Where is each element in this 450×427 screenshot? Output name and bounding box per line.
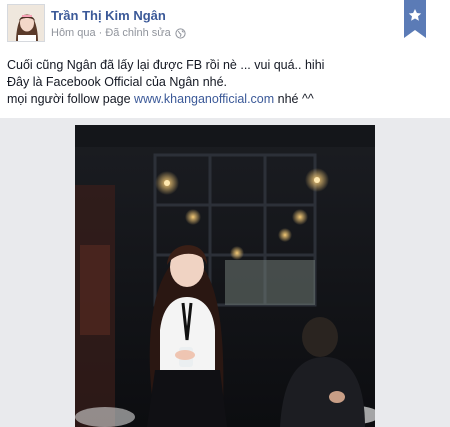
star-bookmark-icon[interactable] [404,0,426,38]
meta-separator: · [98,27,103,39]
post-header: Trần Thị Kim Ngân Hôm qua · Đã chỉnh sửa [0,0,450,48]
avatar-image [8,5,44,41]
author-avatar[interactable] [7,4,45,42]
globe-icon[interactable] [175,27,186,39]
post-line-1: Cuối cũng Ngân đã lấy lại được FB rồi nè… [7,58,325,72]
post-photo[interactable] [75,125,375,427]
post-message: Cuối cũng Ngân đã lấy lại được FB rồi nè… [7,57,443,108]
author-name[interactable]: Trần Thị Kim Ngân [51,8,166,23]
post-meta: Hôm qua · Đã chỉnh sửa [51,27,186,39]
post-line-3-prefix: mọi người follow page [7,92,135,106]
post-line-3-suffix: nhé ^^ [274,92,314,106]
official-website-link[interactable]: www.khanganofficial.com [134,92,274,106]
post-timestamp[interactable]: Hôm qua [51,27,96,39]
edited-label[interactable]: Đã chỉnh sửa [105,27,170,39]
post-line-2: Đây là Facebook Official của Ngân nhé. [7,75,228,89]
post-line-3: mọi người follow page www.khanganofficia… [7,91,443,108]
photo-image [75,125,375,427]
